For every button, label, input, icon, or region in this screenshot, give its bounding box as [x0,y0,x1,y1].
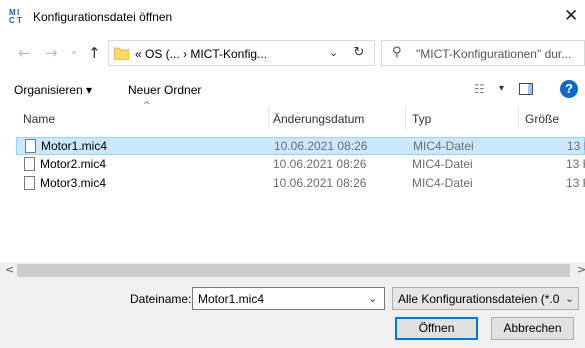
horizontal-scrollbar[interactable]: < > [0,262,585,279]
column-divider[interactable] [518,106,519,129]
column-header-date[interactable]: Änderungsdatum [273,112,364,126]
file-name: Motor3.mic4 [40,176,107,190]
file-name: Motor2.mic4 [40,157,107,171]
file-row-selected[interactable]: Motor1.mic4 10.06.2021 08:26 MIC4-Datei … [16,137,585,155]
filename-label: Dateiname: [130,292,192,306]
scrollbar-thumb[interactable] [17,264,570,277]
chevron-down-icon[interactable]: ⌄ [329,46,338,59]
up-arrow-icon[interactable]: ↑ [88,44,101,62]
view-options-icon[interactable]: ☷ [474,82,485,96]
organize-button[interactable]: Organisieren ▾ [14,83,92,97]
file-size: 13 K [566,157,585,171]
filetype-value[interactable]: Alle Konfigurationsdateien (*.0 [398,292,559,306]
address-path[interactable]: « OS (... › MICT-Konfig... [135,47,267,61]
scroll-right-icon[interactable]: > [577,263,585,276]
file-icon [24,157,35,171]
forward-arrow-icon[interactable]: → [45,44,58,62]
address-bar[interactable]: « OS (... › MICT-Konfig... ⌄ [108,40,375,66]
chevron-down-icon[interactable]: ⌄ [563,292,575,305]
svg-text:T: T [17,16,22,24]
open-button[interactable]: Öffnen [395,317,478,340]
view-dropdown-icon[interactable]: ▾ [499,83,504,94]
search-icon: ⚲ [392,45,402,60]
svg-text:C: C [9,16,15,24]
file-icon [25,139,36,153]
file-row[interactable]: Motor3.mic4 10.06.2021 08:26 MIC4-Datei … [16,175,585,193]
folder-icon [114,47,129,60]
column-divider[interactable] [405,106,406,129]
file-size: 13 K [567,139,585,153]
file-date: 10.06.2021 08:26 [273,176,367,190]
file-type: MIC4-Datei [412,176,473,190]
preview-pane-icon[interactable] [519,83,533,95]
file-date: 10.06.2021 08:26 [274,139,368,153]
back-arrow-icon[interactable]: ← [18,44,31,62]
filetype-select[interactable]: Alle Konfigurationsdateien (*.0 ⌄ [392,287,579,310]
search-input[interactable]: "MICT-Konfigurationen" dur... [416,47,571,61]
mict-app-icon: M I C T [8,7,25,24]
refresh-icon[interactable]: ↻ [348,42,370,64]
chevron-down-icon[interactable]: ⌄ [368,292,377,305]
window-title: Konfigurationsdatei öffnen [33,10,173,24]
column-header-name[interactable]: Name [23,112,55,126]
sort-indicator-icon: ^ [143,101,151,111]
cancel-button[interactable]: Abbrechen [491,317,574,340]
new-folder-button[interactable]: Neuer Ordner [128,83,201,97]
file-type: MIC4-Datei [413,139,474,153]
column-header-size[interactable]: Größe [525,112,559,126]
recent-locations-icon[interactable]: ⌄ [69,43,79,57]
file-name: Motor1.mic4 [41,139,108,153]
help-icon[interactable]: ? [560,80,578,98]
filename-value[interactable]: Motor1.mic4 [198,292,264,306]
file-date: 10.06.2021 08:26 [273,157,367,171]
column-divider[interactable] [268,106,269,129]
title-bar: M I C T Konfigurationsdatei öffnen ✕ [0,0,585,33]
close-icon[interactable]: ✕ [564,6,578,26]
file-icon [24,176,35,190]
search-box[interactable]: ⚲ "MICT-Konfigurationen" dur... [381,40,585,66]
file-size: 13 K [566,176,585,190]
column-header-type[interactable]: Typ [412,112,431,126]
file-type: MIC4-Datei [412,157,473,171]
file-row[interactable]: Motor2.mic4 10.06.2021 08:26 MIC4-Datei … [16,156,585,174]
filename-field[interactable]: Motor1.mic4 ⌄ [192,287,385,310]
scroll-left-icon[interactable]: < [5,263,14,276]
